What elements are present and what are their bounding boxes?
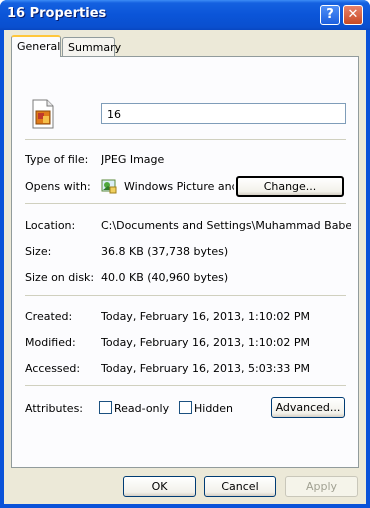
readonly-checkbox[interactable] (99, 401, 112, 414)
opens-with-value: Windows Picture and F (124, 180, 234, 193)
accessed-label: Accessed: (25, 362, 81, 375)
help-icon: ? (326, 7, 334, 22)
file-name-field[interactable]: 16 (101, 103, 346, 124)
location-label: Location: (25, 219, 76, 232)
change-button[interactable]: Change... (236, 176, 344, 197)
opens-with-label: Opens with: (25, 180, 91, 193)
hidden-checkbox[interactable] (179, 401, 192, 414)
divider (25, 139, 346, 140)
tab-summary[interactable]: Summary (62, 37, 121, 57)
cancel-button[interactable]: Cancel (204, 476, 276, 497)
type-value: JPEG Image (101, 153, 165, 166)
accessed-value: Today, February 16, 2013, 5:03:33 PM (101, 362, 311, 375)
location-value: C:\Documents and Settings\Muhammad Baber… (101, 219, 351, 232)
divider (25, 385, 346, 386)
dialog-body: General Summary 16 Type of file: JPEG Im… (4, 30, 366, 504)
modified-value: Today, February 16, 2013, 1:10:02 PM (101, 336, 311, 349)
tab-general-label: General (17, 40, 61, 53)
tab-summary-label: Summary (68, 41, 122, 54)
window-title: 16 Properties (7, 6, 107, 21)
size-on-disk-value: 40.0 KB (40,960 bytes) (101, 271, 229, 284)
divider (25, 203, 346, 204)
size-on-disk-label: Size on disk: (25, 271, 95, 284)
created-value: Today, February 16, 2013, 1:10:02 PM (101, 310, 311, 323)
size-label: Size: (25, 245, 52, 258)
type-label: Type of file: (25, 153, 89, 166)
picture-viewer-icon (101, 178, 117, 194)
size-value: 36.8 KB (37,738 bytes) (101, 245, 229, 258)
ok-button[interactable]: OK (123, 476, 196, 497)
jpeg-file-icon (31, 99, 55, 129)
hidden-label[interactable]: Hidden (194, 402, 233, 415)
properties-window: 16 Properties ? ✕ General Summary 16 Typ… (0, 0, 370, 508)
created-label: Created: (25, 310, 73, 323)
readonly-label[interactable]: Read-only (114, 402, 169, 415)
close-button[interactable]: ✕ (343, 5, 363, 25)
close-icon: ✕ (347, 7, 359, 22)
tab-general[interactable]: General (11, 35, 61, 57)
apply-button[interactable]: Apply (285, 476, 358, 497)
modified-label: Modified: (25, 336, 76, 349)
help-button[interactable]: ? (320, 5, 340, 25)
title-bar[interactable]: 16 Properties ? ✕ (0, 0, 370, 30)
advanced-button[interactable]: Advanced... (271, 397, 345, 418)
general-panel: 16 Type of file: JPEG Image Opens with: … (11, 56, 359, 468)
divider (25, 295, 346, 296)
attributes-label: Attributes: (25, 402, 84, 415)
